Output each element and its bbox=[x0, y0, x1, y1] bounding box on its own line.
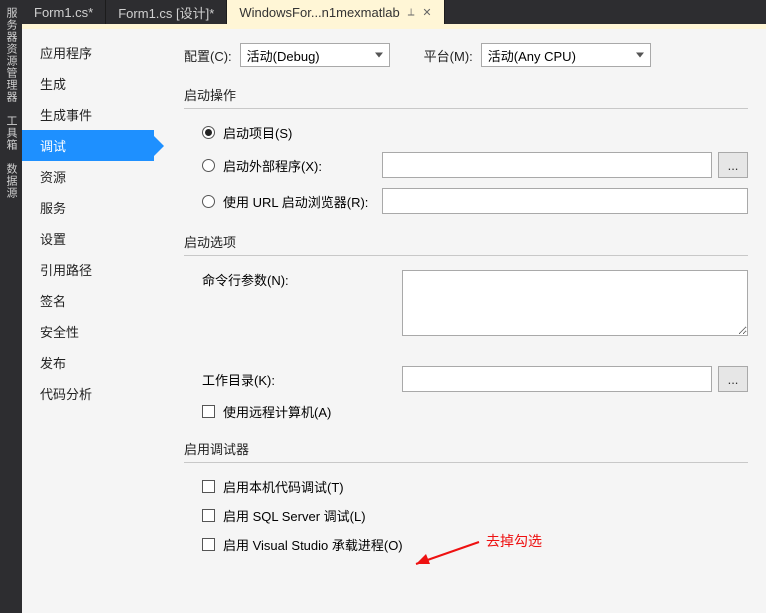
tab-label: Form1.cs [设计]* bbox=[118, 3, 214, 22]
tool-rail: 服务器资源管理器 工具箱 数据源 bbox=[0, 0, 22, 613]
nav-services[interactable]: 服务 bbox=[22, 192, 154, 223]
checkbox-icon bbox=[202, 405, 215, 418]
check-native-debug[interactable]: 启用本机代码调试(T) bbox=[202, 477, 344, 496]
section-options: 启动选项 bbox=[184, 232, 748, 256]
section-debugger: 启用调试器 bbox=[184, 439, 748, 463]
cmdline-input[interactable] bbox=[402, 270, 748, 336]
workdir-label: 工作目录(K): bbox=[202, 370, 402, 389]
checkbox-icon bbox=[202, 538, 215, 551]
nav-build[interactable]: 生成 bbox=[22, 68, 154, 99]
config-value: 活动(Debug) bbox=[247, 46, 320, 65]
config-row: 配置(C): 活动(Debug) 平台(M): 活动(Any CPU) bbox=[184, 43, 748, 67]
check-label: 启用 SQL Server 调试(L) bbox=[223, 506, 366, 525]
debug-panel: 配置(C): 活动(Debug) 平台(M): 活动(Any CPU) 启动操作… bbox=[154, 29, 766, 613]
radio-start-url[interactable]: 使用 URL 启动浏览器(R): bbox=[202, 192, 382, 211]
nav-security[interactable]: 安全性 bbox=[22, 316, 154, 347]
tab-bar: Form1.cs* Form1.cs [设计]* WindowsFor...n1… bbox=[22, 0, 766, 24]
cmdline-label: 命令行参数(N): bbox=[202, 270, 402, 289]
annotation-arrow-icon bbox=[404, 534, 484, 574]
tab-label: WindowsFor...n1mexmatlab bbox=[239, 5, 399, 20]
nav-debug[interactable]: 调试 bbox=[22, 130, 154, 161]
config-label: 配置(C): bbox=[184, 46, 232, 65]
radio-icon bbox=[202, 159, 215, 172]
check-label: 启用 Visual Studio 承载进程(O) bbox=[223, 535, 403, 554]
nav-application[interactable]: 应用程序 bbox=[22, 37, 154, 68]
properties-nav: 应用程序 生成 生成事件 调试 资源 服务 设置 引用路径 签名 安全性 发布 … bbox=[22, 29, 154, 613]
checkbox-icon bbox=[202, 509, 215, 522]
platform-label: 平台(M): bbox=[424, 46, 473, 65]
config-combo[interactable]: 活动(Debug) bbox=[240, 43, 390, 67]
nav-reference-paths[interactable]: 引用路径 bbox=[22, 254, 154, 285]
nav-publish[interactable]: 发布 bbox=[22, 347, 154, 378]
nav-code-analysis[interactable]: 代码分析 bbox=[22, 378, 154, 409]
radio-start-project[interactable]: 启动项目(S) bbox=[202, 123, 292, 142]
pin-icon[interactable]: ⟂ bbox=[408, 7, 415, 18]
content: 应用程序 生成 生成事件 调试 资源 服务 设置 引用路径 签名 安全性 发布 … bbox=[22, 29, 766, 613]
check-sql-debug[interactable]: 启用 SQL Server 调试(L) bbox=[202, 506, 366, 525]
tab-form1-cs[interactable]: Form1.cs* bbox=[22, 0, 106, 24]
external-program-browse[interactable]: ... bbox=[718, 152, 748, 178]
check-vs-host-process[interactable]: 启用 Visual Studio 承载进程(O) bbox=[202, 535, 403, 554]
rail-datasource[interactable]: 数据源 bbox=[3, 160, 19, 202]
section-startup: 启动操作 bbox=[184, 85, 748, 109]
start-url-input[interactable] bbox=[382, 188, 748, 214]
close-icon[interactable]: ✕ bbox=[422, 6, 431, 19]
platform-combo[interactable]: 活动(Any CPU) bbox=[481, 43, 651, 67]
nav-resources[interactable]: 资源 bbox=[22, 161, 154, 192]
main-area: Form1.cs* Form1.cs [设计]* WindowsFor...n1… bbox=[22, 0, 766, 613]
workdir-input[interactable] bbox=[402, 366, 712, 392]
checkbox-icon bbox=[202, 480, 215, 493]
radio-label: 启动项目(S) bbox=[223, 123, 292, 142]
radio-icon bbox=[202, 195, 215, 208]
nav-build-events[interactable]: 生成事件 bbox=[22, 99, 154, 130]
nav-settings[interactable]: 设置 bbox=[22, 223, 154, 254]
radio-label: 使用 URL 启动浏览器(R): bbox=[223, 192, 368, 211]
platform-value: 活动(Any CPU) bbox=[488, 46, 576, 65]
check-label: 使用远程计算机(A) bbox=[223, 402, 331, 421]
radio-icon bbox=[202, 126, 215, 139]
annotation-text: 去掉勾选 bbox=[486, 531, 542, 551]
check-remote[interactable]: 使用远程计算机(A) bbox=[202, 402, 331, 421]
external-program-input[interactable] bbox=[382, 152, 712, 178]
tab-form1-design[interactable]: Form1.cs [设计]* bbox=[106, 0, 227, 24]
rail-toolbox[interactable]: 工具箱 bbox=[3, 112, 19, 154]
radio-start-external[interactable]: 启动外部程序(X): bbox=[202, 156, 382, 175]
tab-label: Form1.cs* bbox=[34, 5, 93, 20]
check-label: 启用本机代码调试(T) bbox=[223, 477, 344, 496]
rail-server-explorer[interactable]: 服务器资源管理器 bbox=[3, 4, 19, 106]
tab-project-properties[interactable]: WindowsFor...n1mexmatlab ⟂ ✕ bbox=[227, 0, 444, 24]
workdir-browse[interactable]: ... bbox=[718, 366, 748, 392]
radio-label: 启动外部程序(X): bbox=[223, 156, 322, 175]
nav-signing[interactable]: 签名 bbox=[22, 285, 154, 316]
